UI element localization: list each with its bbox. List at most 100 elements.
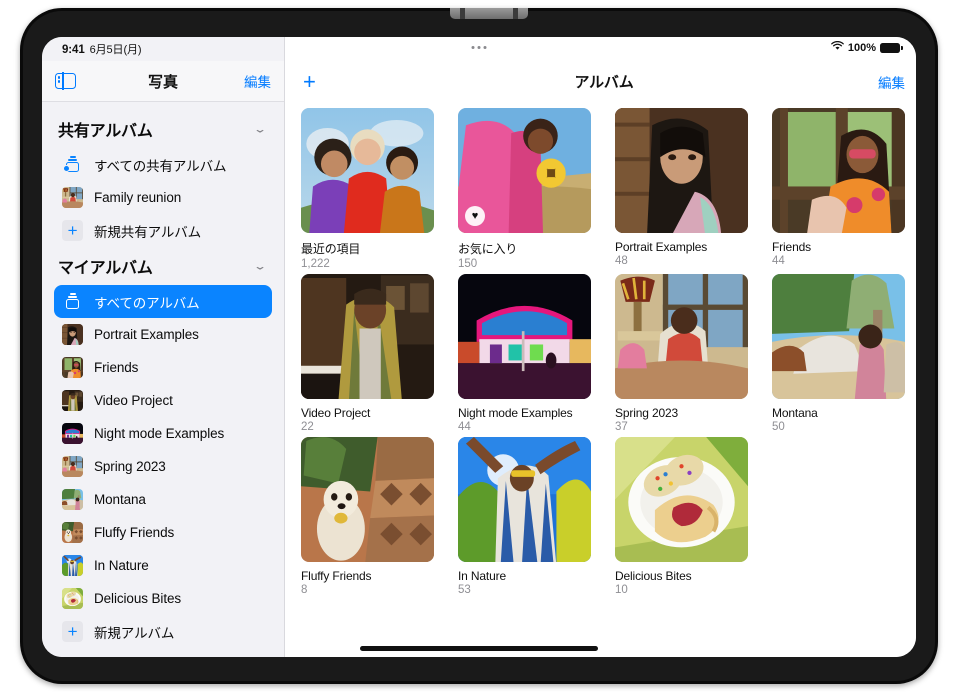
- album-name: Montana: [772, 406, 818, 420]
- album-thumbnail-icon: [62, 324, 83, 345]
- album-count: 22: [301, 421, 314, 433]
- album-name: 最近の項目: [301, 242, 361, 256]
- sidebar-item-video-project[interactable]: Video Project: [54, 384, 272, 417]
- album-cell[interactable]: Spring 2023 37: [615, 274, 748, 433]
- album-count: 50: [772, 421, 785, 433]
- album-count: 48: [615, 255, 628, 267]
- ipad-screen: 9:41 6月5日(月) 100% 写真 編集 共有アルバム ⌄ すべての共有ア…: [42, 37, 916, 657]
- album-thumbnail[interactable]: ♥: [458, 108, 591, 233]
- plus-icon: +: [62, 220, 83, 241]
- sidebar-section-header[interactable]: マイアルバム ⌄: [54, 247, 272, 285]
- album-thumbnail[interactable]: [772, 108, 905, 233]
- album-thumbnail[interactable]: [772, 274, 905, 399]
- album-thumbnail[interactable]: [615, 108, 748, 233]
- album-thumbnail-icon: [62, 588, 83, 609]
- album-thumbnail-icon: [62, 423, 83, 444]
- album-cell[interactable]: Video Project 22: [301, 274, 434, 433]
- album-count: 44: [458, 421, 471, 433]
- album-cell[interactable]: ♥ お気に入り 150: [458, 108, 591, 270]
- sidebar-section-label: 共有アルバム: [58, 123, 153, 140]
- sidebar-item-label: Video Project: [94, 393, 173, 408]
- album-name: Friends: [772, 240, 811, 254]
- sidebar-item-label: Portrait Examples: [94, 327, 199, 342]
- album-cell[interactable]: Fluffy Friends 8: [301, 437, 434, 596]
- sidebar-section-label: マイアルバム: [58, 260, 153, 277]
- chevron-down-icon[interactable]: ⌄: [253, 123, 267, 135]
- sidebar-item-montana[interactable]: Montana: [54, 483, 272, 516]
- sidebar-toggle-icon[interactable]: [55, 72, 76, 90]
- sidebar-item-label: すべての共有アルバム: [94, 158, 227, 174]
- sidebar-item-family-reunion[interactable]: Family reunion: [54, 181, 272, 214]
- main-content: + アルバム 編集 最近の項目 1,222 ♥ お気に入り 150 Portra…: [285, 37, 916, 657]
- sidebar-item-label: Delicious Bites: [94, 591, 182, 606]
- album-stack-icon: [62, 291, 83, 312]
- album-cell[interactable]: 最近の項目 1,222: [301, 108, 434, 270]
- sidebar-item-label: Family reunion: [94, 190, 182, 205]
- sidebar-item-delicious-bites[interactable]: Delicious Bites: [54, 582, 272, 615]
- album-cell[interactable]: Delicious Bites 10: [615, 437, 748, 596]
- page-title: アルバム: [574, 74, 634, 91]
- album-thumbnail[interactable]: [301, 437, 434, 562]
- album-name: In Nature: [458, 569, 507, 583]
- album-cell[interactable]: In Nature 53: [458, 437, 591, 596]
- sidebar-section-header[interactable]: 共有アルバム ⌄: [54, 110, 272, 148]
- album-thumbnail[interactable]: [615, 437, 748, 562]
- sidebar-list[interactable]: 共有アルバム ⌄ すべての共有アルバム Family reunion + 新規共有アル…: [42, 102, 284, 657]
- album-count: 44: [772, 255, 785, 267]
- sidebar-item-spring-2023[interactable]: Spring 2023: [54, 450, 272, 483]
- album-thumbnail-icon: [62, 489, 83, 510]
- album-cell[interactable]: Portrait Examples 48: [615, 108, 748, 270]
- sidebar: 写真 編集 共有アルバム ⌄ すべての共有アルバム Family reunion +…: [42, 37, 285, 657]
- album-cell[interactable]: Montana 50: [772, 274, 905, 433]
- album-thumbnail-icon: [62, 187, 83, 208]
- album-name: Night mode Examples: [458, 406, 573, 420]
- main-edit-button[interactable]: 編集: [878, 72, 905, 92]
- sidebar-item-label: 新規アルバム: [94, 625, 175, 641]
- sidebar-item-portrait-examples[interactable]: Portrait Examples: [54, 318, 272, 351]
- sidebar-item-新規アルバム[interactable]: + 新規アルバム: [54, 615, 272, 648]
- sidebar-item-新規共有アルバム[interactable]: + 新規共有アルバム: [54, 214, 272, 247]
- sidebar-item-friends[interactable]: Friends: [54, 351, 272, 384]
- ipad-device-frame: 9:41 6月5日(月) 100% 写真 編集 共有アルバム ⌄ すべての共有ア…: [20, 8, 938, 684]
- album-thumbnail[interactable]: [301, 274, 434, 399]
- album-cell[interactable]: Night mode Examples 44: [458, 274, 591, 433]
- album-name: Spring 2023: [615, 406, 679, 420]
- album-thumbnail-icon: [62, 522, 83, 543]
- chevron-down-icon[interactable]: ⌄: [253, 260, 267, 272]
- album-cell[interactable]: Friends 44: [772, 108, 905, 270]
- sidebar-item-すべてのアルバム[interactable]: すべてのアルバム: [54, 285, 272, 318]
- shared-album-icon: [62, 154, 83, 175]
- album-thumbnail-icon: [62, 555, 83, 576]
- main-toolbar: + アルバム 編集: [285, 61, 916, 102]
- album-thumbnail[interactable]: [458, 437, 591, 562]
- album-count: 10: [615, 584, 628, 596]
- album-thumbnail-icon: [62, 456, 83, 477]
- sidebar-item-label: Friends: [94, 360, 139, 375]
- sidebar-item-すべての共有アルバム[interactable]: すべての共有アルバム: [54, 148, 272, 181]
- album-thumbnail[interactable]: [458, 274, 591, 399]
- album-name: お気に入り: [458, 242, 518, 256]
- plus-icon: +: [62, 621, 83, 642]
- album-grid: 最近の項目 1,222 ♥ お気に入り 150 Portrait Example…: [285, 102, 916, 596]
- add-album-button[interactable]: +: [303, 70, 316, 93]
- sidebar-item-in-nature[interactable]: In Nature: [54, 549, 272, 582]
- sidebar-item-night-mode-examples[interactable]: Night mode Examples: [54, 417, 272, 450]
- album-count: 53: [458, 584, 471, 596]
- sidebar-item-label: In Nature: [94, 558, 149, 573]
- sidebar-item-label: Fluffy Friends: [94, 525, 175, 540]
- album-thumbnail[interactable]: [301, 108, 434, 233]
- album-thumbnail-icon: [62, 357, 83, 378]
- album-thumbnail[interactable]: [615, 274, 748, 399]
- sidebar-item-fluffy-friends[interactable]: Fluffy Friends: [54, 516, 272, 549]
- home-indicator[interactable]: [360, 646, 598, 651]
- sidebar-item-label: Montana: [94, 492, 146, 507]
- album-name: Delicious Bites: [615, 569, 692, 583]
- sidebar-edit-button[interactable]: 編集: [244, 71, 271, 91]
- sidebar-item-label: Night mode Examples: [94, 426, 225, 441]
- album-thumbnail-icon: [62, 390, 83, 411]
- device-top-connector: [450, 8, 528, 19]
- album-count: 1,222: [301, 258, 330, 270]
- album-name: Video Project: [301, 406, 371, 420]
- heart-icon: ♥: [465, 206, 485, 226]
- album-name: Portrait Examples: [615, 240, 708, 254]
